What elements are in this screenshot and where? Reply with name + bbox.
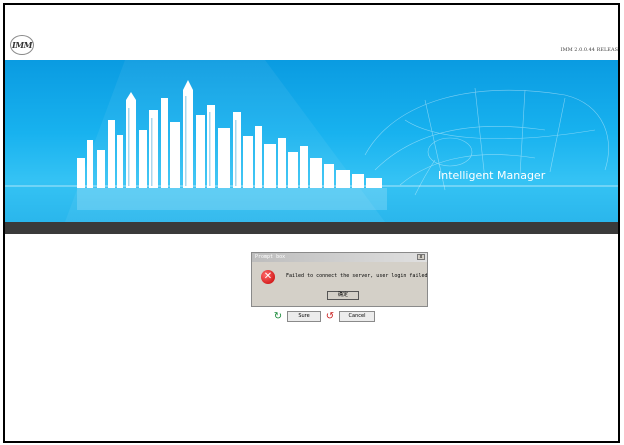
header: IMM IMM 2.0.0.44 RELEAS	[5, 5, 618, 59]
city-skyline-illustration	[5, 60, 618, 222]
banner-divider	[5, 222, 618, 234]
dialog-title: Prompt box	[255, 254, 286, 260]
undo-icon[interactable]: ↺	[325, 312, 335, 322]
imm-logo: IMM	[10, 35, 34, 55]
prompt-dialog: Prompt box x ✕ Failed to connect the ser…	[251, 252, 428, 307]
cancel-button[interactable]: Cancel	[339, 311, 375, 322]
refresh-icon[interactable]: ↻	[273, 312, 283, 322]
sure-button[interactable]: Sure	[287, 311, 321, 322]
hero-banner: Intelligent Manager	[5, 60, 618, 222]
dialog-titlebar[interactable]: Prompt box x	[252, 253, 427, 262]
close-icon[interactable]: x	[417, 254, 425, 260]
banner-title: Intelligent Manager	[438, 169, 546, 182]
version-label: IMM 2.0.0.44 RELEAS	[560, 47, 619, 53]
app-window: IMM IMM 2.0.0.44 RELEAS Intelligent Mana…	[3, 3, 620, 443]
dialog-message: Failed to connect the server, user login…	[286, 273, 428, 279]
error-icon: ✕	[261, 270, 275, 284]
ok-button[interactable]: 确定	[327, 291, 359, 300]
